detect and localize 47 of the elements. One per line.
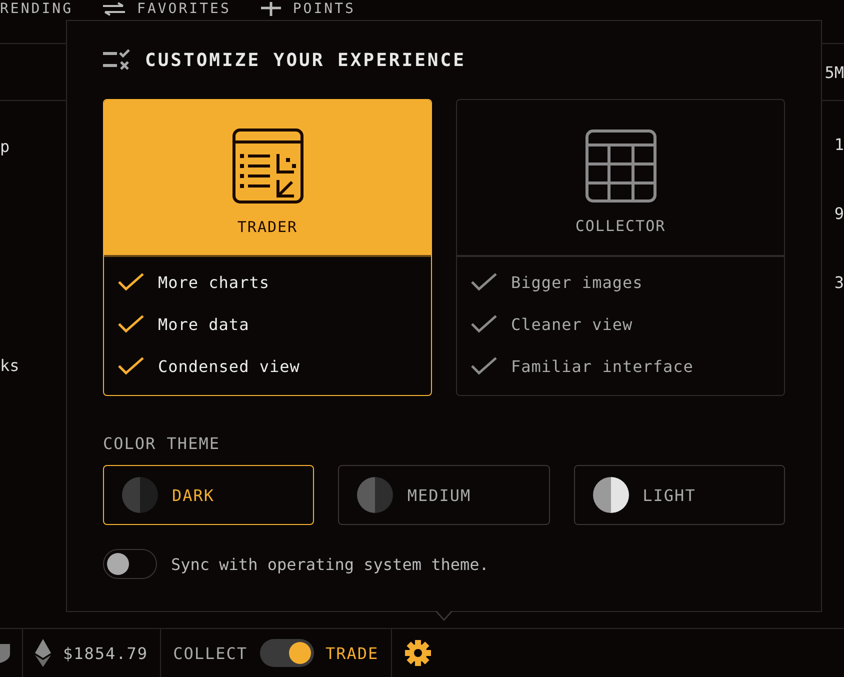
feature-text: More data [158,314,250,334]
theme-button[interactable]: MEDIUM [338,465,550,525]
feature-text: More charts [158,272,270,292]
chart-list-icon [232,128,304,204]
swap-icon [103,2,126,16]
half-circle-icon [357,477,394,513]
mode-card[interactable]: TRADER More charts More data Condensed view [103,99,432,396]
mode-label: TRADER [237,218,298,236]
feature-text: Bigger images [511,272,643,292]
check-icon [118,315,144,333]
mode-toggle[interactable] [260,639,314,667]
check-icon [118,273,144,291]
check-icon [118,357,144,375]
nav-tab[interactable]: FAVORITES [137,1,231,17]
feature-text: Condensed view [158,356,300,376]
feature-text: Familiar interface [511,356,694,376]
half-circle-icon [592,477,629,513]
popover-title: CUSTOMIZE YOUR EXPERIENCE [145,50,466,70]
table-cell: 9 [834,204,844,223]
settings-icon[interactable] [404,639,432,667]
eth-price: $1854.79 [63,644,148,662]
nav-tab[interactable]: RENDING [0,1,74,17]
trade-label: TRADE [326,644,379,662]
shield-icon [0,642,10,664]
theme-button[interactable]: DARK [103,465,314,525]
check-icon [471,357,497,375]
toggle-switch[interactable] [103,549,157,579]
table-cell: 3 [834,273,844,292]
sync-label: Sync with operating system theme. [171,554,489,574]
table-cell-text: p [0,137,11,156]
table-cell-text: ks [0,356,20,375]
mode-label: COLLECTOR [575,216,666,234]
nav-tab[interactable]: POINTS [292,1,356,17]
customize-icon [103,48,131,72]
section-heading: COLOR THEME [103,434,221,453]
theme-button[interactable]: LIGHT [574,465,785,525]
check-icon [471,273,497,291]
column-header: 5M [824,62,844,82]
grid-icon [584,128,656,202]
mode-card[interactable]: COLLECTOR Bigger images Cleaner view Familiar interface [456,99,785,396]
plus-icon [260,2,281,16]
check-icon [471,315,497,333]
collect-label: COLLECT [173,644,248,662]
feature-text: Cleaner view [511,314,633,334]
half-circle-icon [122,477,158,513]
table-cell: 1 [834,135,844,154]
ethereum-icon [35,639,51,667]
